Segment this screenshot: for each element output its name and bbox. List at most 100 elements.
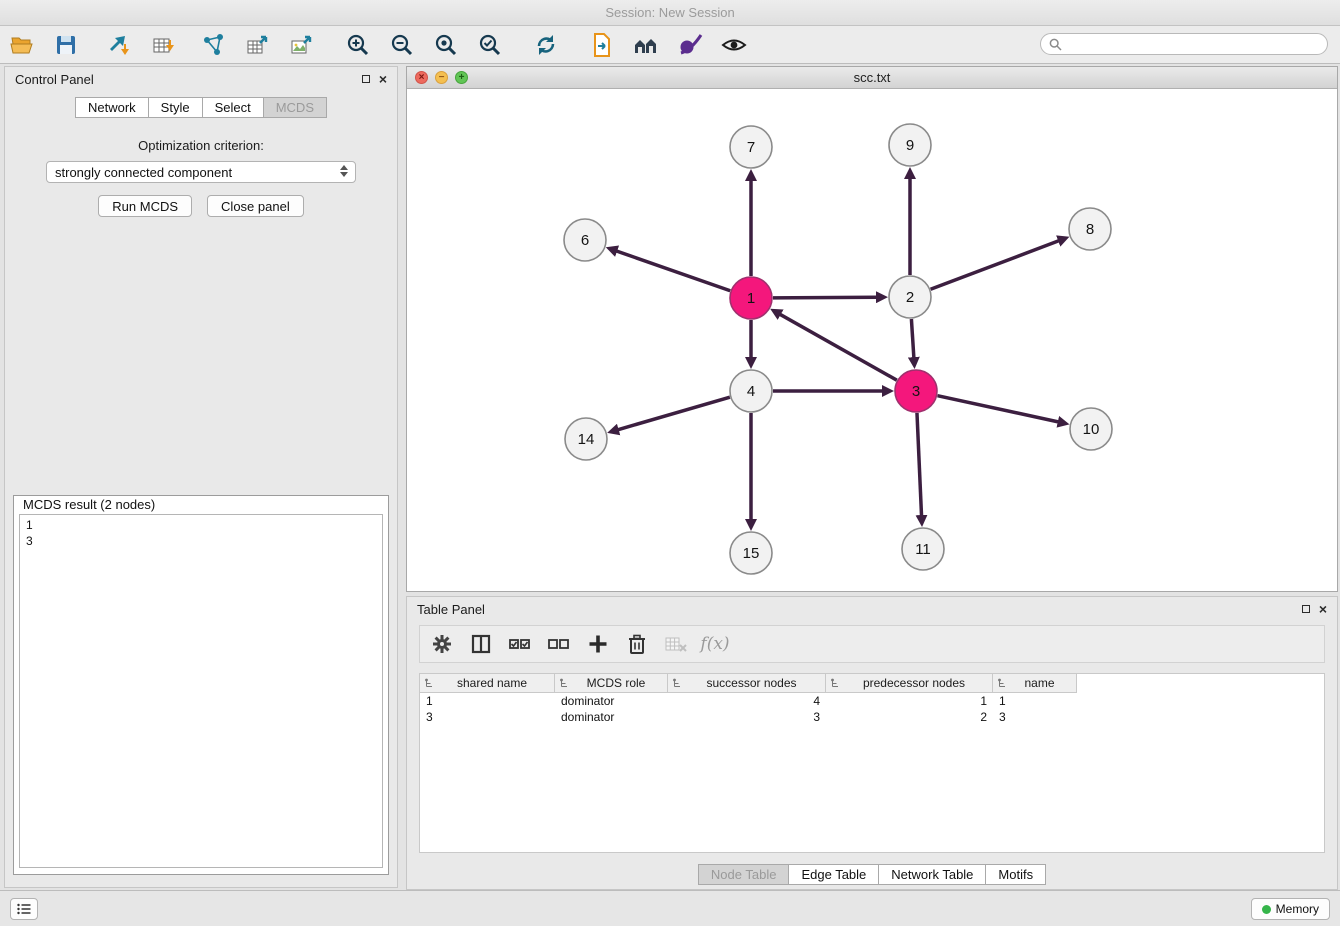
graph-edge[interactable] [780, 314, 897, 380]
sort-icon [997, 678, 1007, 688]
graph-node[interactable]: 1 [730, 277, 772, 319]
tab-network[interactable]: Network [75, 97, 149, 118]
deselect-all-icon[interactable] [547, 632, 571, 656]
tab-style[interactable]: Style [149, 97, 203, 118]
graph-edge[interactable] [616, 251, 730, 291]
graph-node[interactable]: 6 [564, 219, 606, 261]
task-history-button[interactable] [10, 898, 38, 920]
table-row[interactable]: 3 dominator 3 2 3 [420, 709, 1324, 725]
zoom-fit-icon[interactable] [432, 31, 460, 59]
graph-node[interactable]: 2 [889, 276, 931, 318]
table-row[interactable]: 1 dominator 4 1 1 [420, 693, 1324, 709]
zoom-out-icon[interactable] [388, 31, 416, 59]
sort-icon [830, 678, 840, 688]
close-panel-icon[interactable]: × [379, 75, 387, 83]
column-header[interactable]: MCDS role [555, 674, 668, 693]
control-panel: Control Panel × Network Style Select MCD… [4, 66, 398, 888]
add-column-icon[interactable] [586, 632, 610, 656]
table-settings-icon[interactable] [430, 632, 454, 656]
function-builder-icon: f(x) [703, 632, 727, 656]
import-table-icon[interactable] [150, 31, 178, 59]
graph-node[interactable]: 10 [1070, 408, 1112, 450]
layout-icon[interactable] [632, 31, 660, 59]
cell-name[interactable]: 3 [993, 709, 1077, 725]
import-network-icon[interactable] [106, 31, 134, 59]
graph-node[interactable]: 3 [895, 370, 937, 412]
result-line: 3 [26, 533, 376, 549]
tab-mcds[interactable]: MCDS [264, 97, 327, 118]
task-list-icon [17, 903, 32, 915]
window-close-icon[interactable]: × [415, 71, 428, 84]
cell-mcds-role[interactable]: dominator [555, 693, 668, 709]
graph-node[interactable]: 15 [730, 532, 772, 574]
open-session-icon[interactable] [8, 31, 36, 59]
cell-shared-name[interactable]: 3 [420, 709, 555, 725]
graph-node[interactable]: 7 [730, 126, 772, 168]
zoom-selected-icon[interactable] [476, 31, 504, 59]
tab-network-table[interactable]: Network Table [879, 864, 986, 885]
network-window-title: scc.txt [854, 70, 891, 85]
graph-node[interactable]: 11 [902, 528, 944, 570]
zoom-in-icon[interactable] [344, 31, 372, 59]
tab-motifs[interactable]: Motifs [986, 864, 1046, 885]
float-panel-icon[interactable] [362, 75, 370, 83]
graph-node[interactable]: 4 [730, 370, 772, 412]
cell-successor-nodes[interactable]: 4 [668, 693, 826, 709]
export-image-icon[interactable] [288, 31, 316, 59]
tab-select[interactable]: Select [203, 97, 264, 118]
column-header[interactable]: shared name [420, 674, 555, 693]
cell-predecessor-nodes[interactable]: 1 [826, 693, 993, 709]
network-graph[interactable]: 7 9 6 8 1 2 4 3 10 14 15 11 [407, 89, 1337, 591]
graph-edge[interactable] [773, 297, 877, 298]
graph-edge[interactable] [917, 413, 922, 516]
control-panel-title: Control Panel [15, 72, 94, 87]
cell-successor-nodes[interactable]: 3 [668, 709, 826, 725]
delete-column-icon[interactable] [625, 632, 649, 656]
graph-edge[interactable] [937, 396, 1058, 422]
show-hide-graphics-icon[interactable] [720, 31, 748, 59]
optimization-selected-value: strongly connected component [55, 165, 232, 180]
column-header[interactable]: predecessor nodes [826, 674, 993, 693]
graph-node[interactable]: 9 [889, 124, 931, 166]
run-mcds-button[interactable]: Run MCDS [98, 195, 192, 217]
cell-mcds-role[interactable]: dominator [555, 709, 668, 725]
export-table-icon[interactable] [244, 31, 272, 59]
cell-shared-name[interactable]: 1 [420, 693, 555, 709]
graph-node[interactable]: 14 [565, 418, 607, 460]
optimization-select[interactable]: strongly connected component [46, 161, 356, 183]
first-neighbors-icon[interactable] [588, 31, 616, 59]
tab-node-table[interactable]: Node Table [698, 864, 790, 885]
column-header[interactable]: name [993, 674, 1077, 693]
save-session-icon[interactable] [52, 31, 80, 59]
toolbar-search[interactable] [1040, 33, 1328, 55]
window-zoom-icon[interactable]: + [455, 71, 468, 84]
show-columns-icon[interactable] [469, 632, 493, 656]
cell-name[interactable]: 1 [993, 693, 1077, 709]
svg-text:14: 14 [578, 431, 595, 448]
graph-edge[interactable] [931, 241, 1060, 290]
style-icon[interactable] [676, 31, 704, 59]
close-table-panel-icon[interactable]: × [1319, 605, 1327, 613]
network-canvas[interactable]: 7 9 6 8 1 2 4 3 10 14 15 11 [407, 89, 1337, 591]
window-title: Session: New Session [605, 5, 734, 20]
export-network-icon[interactable] [200, 31, 228, 59]
search-icon [1049, 38, 1062, 51]
float-table-panel-icon[interactable] [1302, 605, 1310, 613]
search-input[interactable] [1067, 37, 1319, 51]
graph-node[interactable]: 8 [1069, 208, 1111, 250]
memory-button[interactable]: Memory [1251, 898, 1330, 920]
table-toolbar: f(x) [419, 625, 1325, 663]
column-header[interactable]: successor nodes [668, 674, 826, 693]
window-minimize-icon[interactable]: − [435, 71, 448, 84]
refresh-icon[interactable] [532, 31, 560, 59]
graph-edge[interactable] [911, 319, 913, 358]
mcds-result-title: MCDS result (2 nodes) [21, 497, 157, 512]
mcds-result-list[interactable]: 1 3 [19, 514, 383, 868]
sort-icon [424, 678, 434, 688]
svg-text:1: 1 [747, 290, 755, 307]
tab-edge-table[interactable]: Edge Table [789, 864, 879, 885]
select-all-icon[interactable] [508, 632, 532, 656]
close-panel-button[interactable]: Close panel [207, 195, 304, 217]
cell-predecessor-nodes[interactable]: 2 [826, 709, 993, 725]
graph-edge[interactable] [618, 397, 730, 430]
